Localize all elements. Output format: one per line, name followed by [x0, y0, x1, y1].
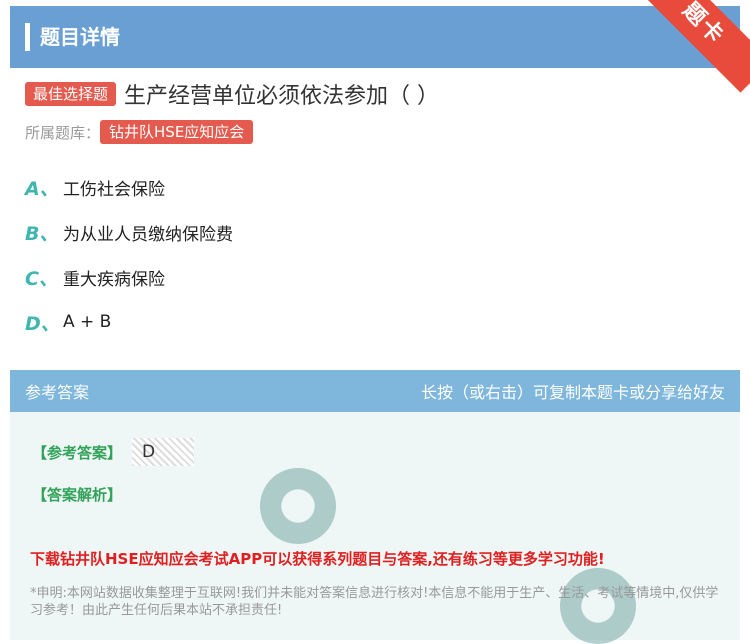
bank-link[interactable]: 钻井队HSE应知应会 — [100, 120, 254, 144]
answer-header-title: 参考答案 — [25, 383, 90, 402]
option-letter: B、 — [25, 222, 59, 245]
watermark-logo-icon — [260, 468, 336, 544]
option-text: 重大疾病保险 — [63, 269, 165, 290]
option-letter: D、 — [25, 312, 60, 335]
title-accent-bar — [25, 23, 30, 51]
option-c[interactable]: C、 重大疾病保险 — [25, 262, 233, 292]
analysis-label: 【答案解析】 — [32, 486, 123, 504]
question-type-tag: 最佳选择题 — [25, 82, 117, 106]
option-a[interactable]: A、 工伤社会保险 — [25, 172, 233, 202]
bank-label: 所属题库： — [25, 123, 101, 142]
option-text: A + B — [63, 312, 112, 332]
option-letter: C、 — [25, 267, 58, 290]
answer-header: 参考答案 长按（或右击）可复制本题卡或分享给好友 — [10, 370, 740, 412]
app-promo-link[interactable]: 下载钻井队HSE应知应会考试APP可以获得系列题目与答案,还有练习等更多学习功能… — [30, 548, 605, 569]
option-letter: A、 — [25, 177, 59, 200]
option-b[interactable]: B、 为从业人员缴纳保险费 — [25, 217, 233, 247]
answer-label: 【参考答案】 — [32, 444, 123, 462]
page-title: 题目详情 — [40, 25, 120, 49]
answer-panel: 参考答案 长按（或右击）可复制本题卡或分享给好友 【参考答案】 D 【答案解析】… — [10, 370, 740, 644]
question-stem: 生产经营单位必须依法参加（ ） — [124, 84, 440, 109]
share-hint[interactable]: 长按（或右击）可复制本题卡或分享给好友 — [421, 379, 725, 403]
options-list: A、 工伤社会保险 B、 为从业人员缴纳保险费 C、 重大疾病保险 D、 A +… — [25, 172, 233, 352]
question-block: 最佳选择题 生产经营单位必须依法参加（ ） 所属题库： 钻井队HSE应知应会 — [25, 80, 725, 144]
disclaimer: *申明:本网站数据收集整理于互联网!我们并未能对答案信息进行核对!本信息不能用于… — [30, 586, 719, 618]
answer-value: D — [132, 438, 194, 466]
page-header: 题目详情 — [10, 6, 740, 68]
option-text: 工伤社会保险 — [63, 179, 165, 200]
option-text: 为从业人员缴纳保险费 — [63, 224, 233, 245]
option-d[interactable]: D、 A + B — [25, 307, 233, 337]
